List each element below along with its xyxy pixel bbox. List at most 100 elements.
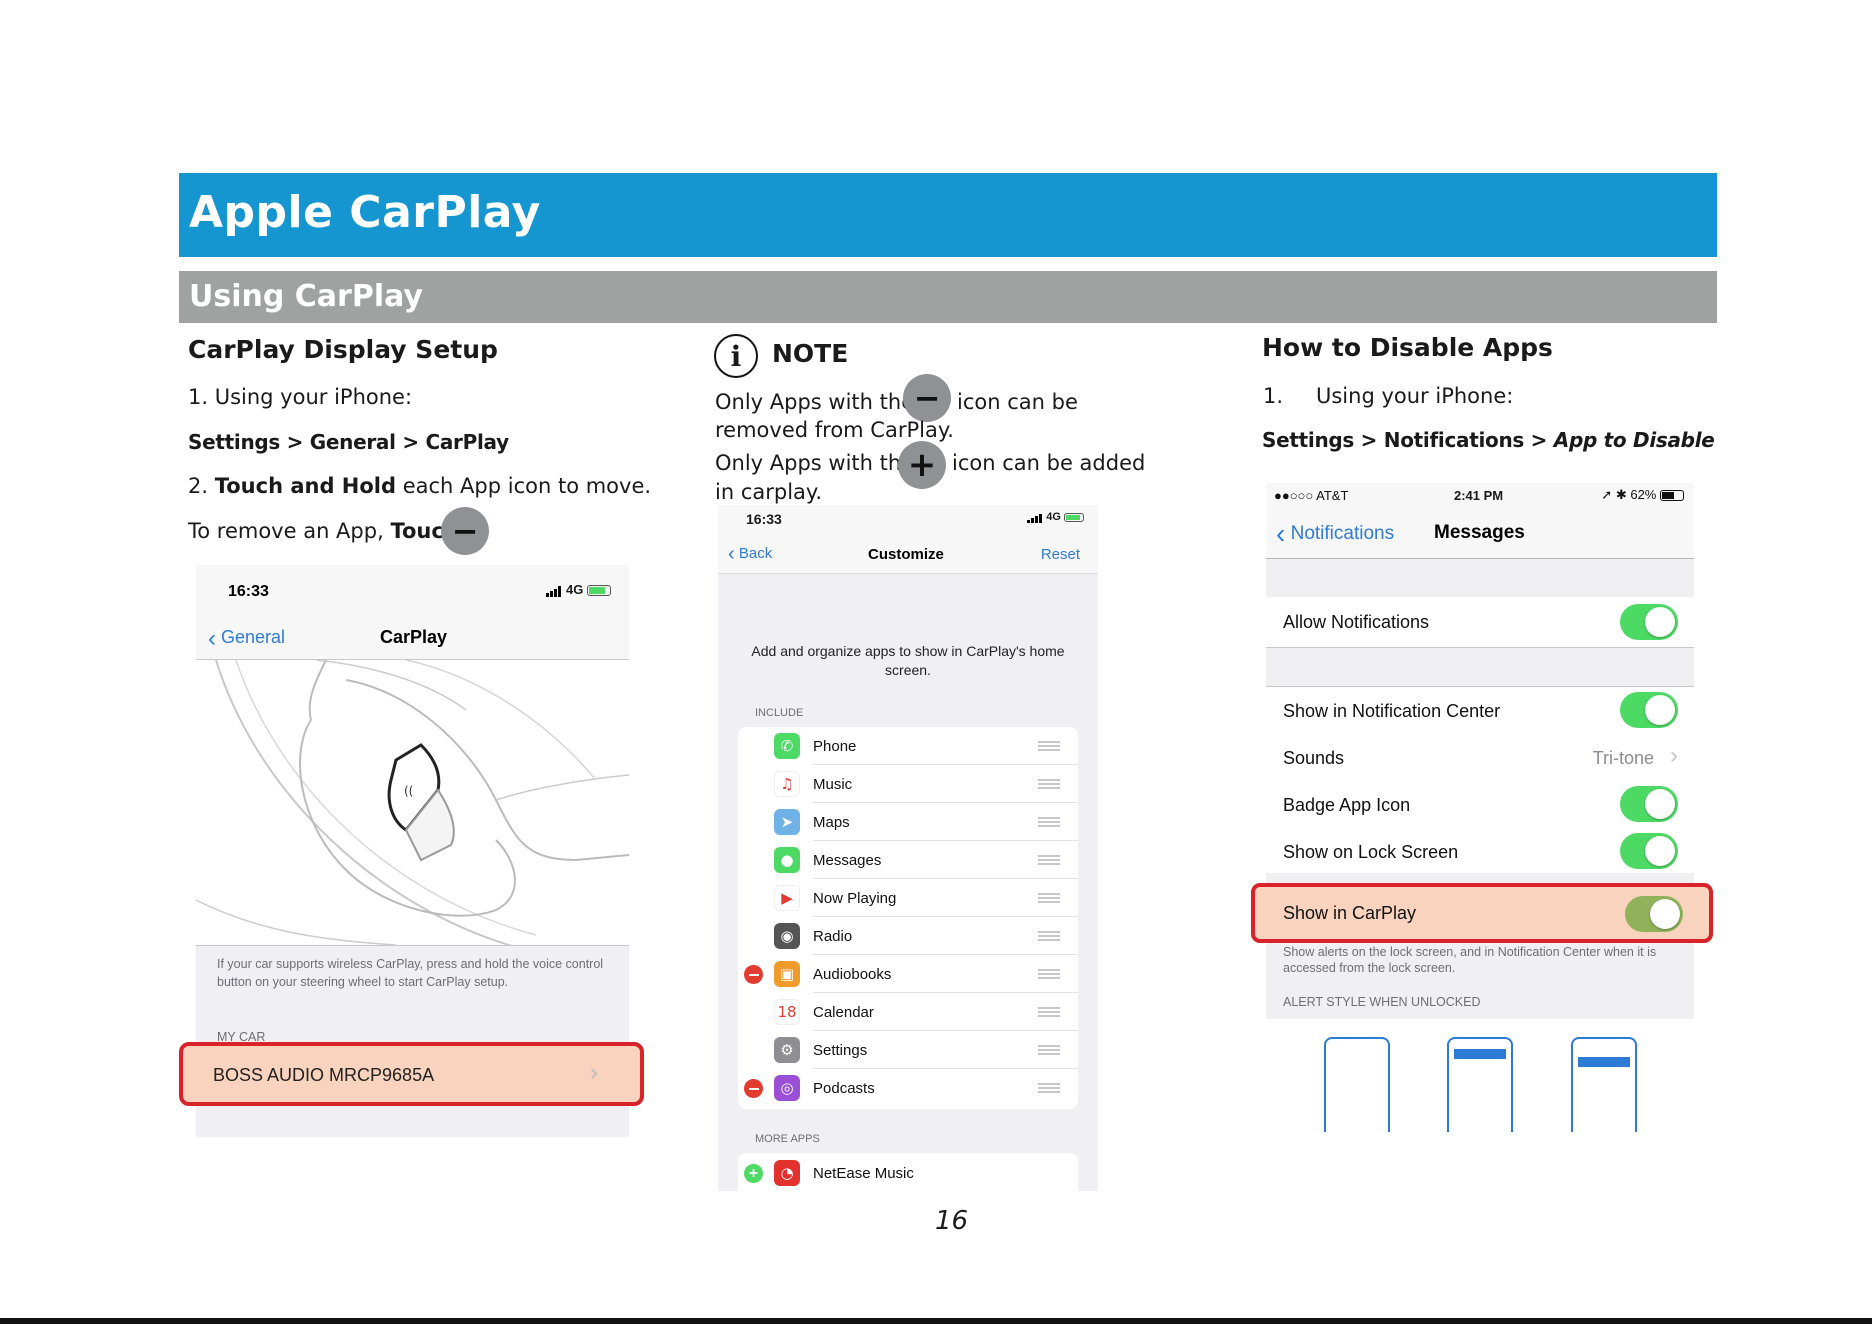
bottom-border [0, 1318, 1872, 1324]
setting-row-sounds[interactable]: Sounds Tri-tone › [1266, 734, 1694, 781]
reorder-handle-icon[interactable] [1038, 969, 1060, 979]
status-time: 2:41 PM [1454, 488, 1504, 503]
path-bold: Settings > Notifications > [1262, 428, 1554, 452]
remove-text: To remove an App, [188, 519, 391, 543]
setting-label: Sounds [1283, 748, 1345, 768]
app-row-phone[interactable]: ✆ Phone [738, 727, 1078, 765]
back-button[interactable]: ‹ General [208, 625, 285, 653]
reorder-handle-icon[interactable] [1038, 931, 1060, 941]
reset-button[interactable]: Reset [1041, 546, 1080, 563]
app-name: NetEase Music [813, 1165, 914, 1182]
steering-wheel-illustration: (( [196, 659, 629, 951]
music-icon: ♫ [774, 771, 800, 797]
reorder-handle-icon[interactable] [1038, 779, 1060, 789]
setting-row-show-in-notification-center[interactable]: Show in Notification Center [1266, 687, 1694, 734]
reorder-handle-icon[interactable] [1038, 1007, 1060, 1017]
signal-icon [1027, 511, 1043, 523]
title-bar: Apple CarPlay [179, 173, 1717, 257]
setting-label: Badge App Icon [1283, 795, 1411, 815]
reorder-handle-icon[interactable] [1038, 741, 1060, 751]
battery-icon [587, 585, 611, 597]
app-row-calendar[interactable]: 18 Calendar [738, 993, 1078, 1031]
reorder-handle-icon[interactable] [1038, 1083, 1060, 1093]
col1-path: Settings > General > CarPlay [188, 430, 509, 454]
remove-app-icon[interactable] [744, 1079, 763, 1098]
app-row-now-playing[interactable]: ▶ Now Playing [738, 879, 1078, 917]
nav-title: Messages [1434, 522, 1525, 543]
now-playing-icon: ▶ [774, 885, 800, 911]
col1-step2: 2. Touch and Hold each App icon to move. [188, 474, 651, 498]
note-line1a: Only Apps with the [715, 390, 915, 414]
step2-number: 2. [188, 474, 215, 498]
app-name: Settings [813, 1042, 868, 1059]
note-line2c: in carplay. [715, 480, 823, 504]
nav-title: Customize [868, 546, 944, 563]
app-row-messages[interactable]: ● Messages [738, 841, 1078, 879]
note-title: NOTE [772, 339, 849, 368]
back-button[interactable]: ‹ Notifications [1276, 518, 1394, 550]
col1-step1: 1. Using your iPhone: [188, 385, 413, 409]
reorder-handle-icon[interactable] [1038, 1045, 1060, 1055]
app-name: Audiobooks [813, 966, 892, 983]
network-type: 4G [1046, 511, 1061, 523]
setting-row-badge-app-icon[interactable]: Badge App Icon [1266, 781, 1694, 828]
battery-icon [1660, 490, 1684, 502]
alert-style-temporary[interactable] [1447, 1037, 1513, 1132]
reorder-handle-icon[interactable] [1038, 893, 1060, 903]
setting-toggle[interactable] [1620, 786, 1678, 822]
remove-app-icon[interactable] [744, 965, 763, 984]
setting-toggle[interactable] [1620, 833, 1678, 869]
network-type: 4G [566, 582, 584, 597]
app-row-radio[interactable]: ◉ Radio [738, 917, 1078, 955]
app-row-music[interactable]: ♫ Music [738, 765, 1078, 803]
app-row-podcasts[interactable]: ◎ Podcasts [738, 1069, 1078, 1107]
alert-style-persistent[interactable] [1571, 1037, 1637, 1132]
app-row-maps[interactable]: ➤ Maps [738, 803, 1078, 841]
settings-icon: ⚙ [774, 1037, 800, 1063]
app-row-settings[interactable]: ⚙ Settings [738, 1031, 1078, 1069]
radio-icon: ◉ [774, 923, 800, 949]
maps-icon: ➤ [774, 809, 800, 835]
app-name: Messages [813, 852, 882, 869]
battery-icon [1064, 512, 1084, 522]
netease-music-icon: ◔ [774, 1160, 800, 1186]
setting-toggle[interactable] [1620, 692, 1678, 728]
reorder-handle-icon[interactable] [1038, 855, 1060, 865]
messages-icon: ● [774, 847, 800, 873]
note-line1c: removed from CarPlay. [715, 418, 954, 442]
allow-notifications-label: Allow Notifications [1283, 612, 1430, 632]
alert-style-none[interactable] [1324, 1037, 1390, 1132]
chevron-right-icon: › [1670, 742, 1678, 769]
chevron-left-icon: ‹ [728, 543, 735, 565]
app-name: Maps [813, 814, 850, 831]
setting-row-show-on-lock-screen[interactable]: Show on Lock Screen [1266, 828, 1694, 875]
more-app-row[interactable]: + ◔ NetEase Music [738, 1154, 1078, 1191]
alert-style-area [1266, 1019, 1694, 1132]
podcasts-icon: ◎ [774, 1075, 800, 1101]
divider [1266, 647, 1694, 648]
show-in-carplay-highlight[interactable]: Show in CarPlay [1251, 883, 1713, 943]
status-time: 16:33 [746, 511, 782, 527]
app-name: Phone [813, 738, 857, 755]
nav-divider [1266, 558, 1694, 559]
note-line1b: icon can be [957, 390, 1078, 414]
back-button[interactable]: ‹ Back [728, 543, 772, 566]
col1-heading: CarPlay Display Setup [188, 335, 498, 364]
add-app-icon[interactable]: + [744, 1164, 763, 1183]
lock-screen-footer: Show alerts on the lock screen, and in N… [1283, 945, 1657, 975]
reorder-handle-icon[interactable] [1038, 817, 1060, 827]
location-icon: ➚ [1601, 487, 1613, 502]
bluetooth-icon: ✱ [1615, 487, 1627, 502]
app-row-audiobooks[interactable]: ▣ Audiobooks [738, 955, 1078, 993]
step2-text: each App icon to move. [396, 474, 652, 498]
app-name: Now Playing [813, 890, 897, 907]
show-in-carplay-toggle[interactable] [1625, 896, 1683, 932]
status-right: 4G [546, 582, 611, 597]
nav-divider [718, 573, 1098, 574]
note-line2a: Only Apps with the [715, 451, 915, 475]
signal-icon [546, 582, 562, 597]
allow-notifications-toggle[interactable] [1620, 604, 1678, 640]
back-label: Back [738, 545, 773, 562]
car-row-highlight[interactable]: BOSS AUDIO MRCP9685A › [179, 1042, 644, 1106]
allow-notifications-row[interactable]: Allow Notifications [1266, 597, 1694, 647]
